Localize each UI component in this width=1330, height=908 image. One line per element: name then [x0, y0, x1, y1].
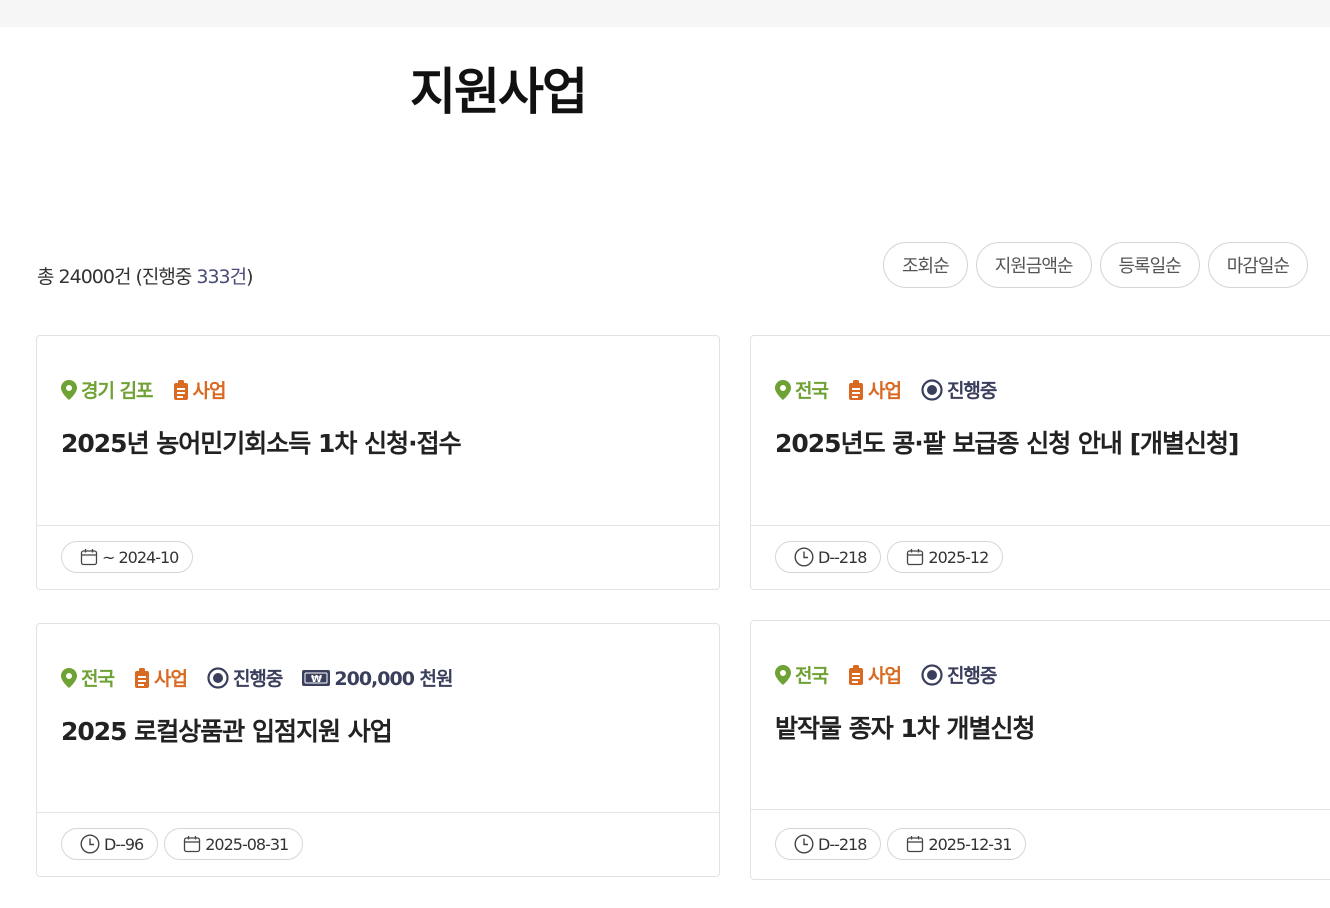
clipboard-icon [173, 379, 188, 400]
radio-dot-icon [921, 378, 943, 401]
dday-label: D--218 [818, 547, 867, 567]
sort-by-amount-button[interactable]: 지원금액순 [975, 242, 1092, 288]
deadline-label: 2025-12 [928, 547, 989, 567]
top-bar [0, 0, 1330, 27]
category-tag: 사업 [173, 376, 227, 403]
status-label: 진행중 [946, 665, 997, 687]
clipboard-icon [848, 379, 863, 400]
dday-label: D--218 [818, 834, 867, 854]
card-title[interactable]: 2025년도 콩·팥 보급종 신청 안내 [개별신청] [775, 424, 1239, 460]
card-title[interactable]: 2025년 농어민기회소득 1차 신청·접수 [61, 424, 462, 460]
clipboard-icon [134, 667, 149, 688]
card-title[interactable]: 밭작물 종자 1차 개별신청 [775, 709, 1036, 745]
card-divider [751, 525, 1330, 526]
category-label: 사업 [867, 380, 902, 402]
card-meta: D--218 2025-12 [775, 541, 1004, 573]
card-divider [37, 812, 719, 813]
dday-chip: D--218 [775, 541, 882, 573]
region-label: 경기 김포 [81, 380, 154, 402]
category-label: 사업 [867, 665, 902, 687]
category-tag: 사업 [848, 376, 902, 403]
region-tag: 전국 [775, 376, 829, 403]
deadline-chip: 2025-08-31 [164, 828, 304, 860]
category-tag: 사업 [848, 661, 902, 688]
sort-by-views-button[interactable]: 조회순 [883, 242, 968, 288]
amount-tag: ₩ 200,000 천원 [302, 664, 454, 691]
sort-by-deadline-button[interactable]: 마감일순 [1207, 242, 1308, 288]
radio-dot-icon [921, 663, 943, 686]
card-tags: 전국 사업 진행중 [775, 376, 997, 403]
deadline-chip: 2025-12-31 [887, 828, 1027, 860]
region-label: 전국 [81, 668, 115, 690]
card-divider [751, 809, 1330, 810]
location-pin-icon [775, 379, 791, 400]
program-card[interactable]: 경기 김포 사업 2025년 농어민기회소득 1차 신청·접수 ~ 2024-1… [36, 335, 720, 590]
region-tag: 경기 김포 [61, 376, 154, 403]
program-card[interactable]: 전국 사업 진행중 ₩ 200,000 천원 2025 로컬상품관 입점지원 사… [36, 623, 720, 877]
card-meta: ~ 2024-10 [61, 541, 194, 573]
region-tag: 전국 [775, 661, 829, 688]
region-label: 전국 [795, 665, 829, 687]
category-label: 사업 [192, 380, 227, 402]
ongoing-count: 333건 [196, 266, 247, 288]
status-label: 진행중 [946, 380, 997, 402]
deadline-label: 2025-12-31 [928, 834, 1012, 854]
calendar-icon [80, 549, 98, 566]
period-chip: ~ 2024-10 [61, 541, 194, 573]
program-card[interactable]: 전국 사업 진행중 밭작물 종자 1차 개별신청 D--218 2025-12-… [750, 620, 1330, 880]
amount-label: 200,000 천원 [334, 668, 453, 690]
card-title[interactable]: 2025 로컬상품관 입점지원 사업 [61, 712, 393, 748]
period-label: ~ 2024-10 [102, 547, 179, 567]
dday-chip: D--96 [61, 828, 159, 860]
deadline-label: 2025-08-31 [205, 834, 289, 854]
card-tags: 경기 김포 사업 [61, 376, 227, 403]
location-pin-icon [61, 379, 77, 400]
clock-icon [794, 834, 814, 854]
card-tags: 전국 사업 진행중 [775, 661, 997, 688]
won-banknote-icon: ₩ [302, 669, 331, 686]
deadline-chip: 2025-12 [887, 541, 1004, 573]
card-tags: 전국 사업 진행중 ₩ 200,000 천원 [61, 664, 454, 691]
summary-suffix: ) [246, 266, 253, 288]
clipboard-icon [848, 664, 863, 685]
region-tag: 전국 [61, 664, 115, 691]
card-meta: D--96 2025-08-31 [61, 828, 304, 860]
result-summary: 총 24000건 (진행중 333건) [37, 262, 254, 289]
calendar-icon [184, 836, 201, 853]
radio-dot-icon [207, 666, 229, 689]
status-tag: 진행중 [207, 664, 283, 691]
status-label: 진행중 [232, 668, 283, 690]
clock-icon [80, 834, 100, 854]
region-label: 전국 [795, 380, 829, 402]
location-pin-icon [775, 664, 791, 685]
status-tag: 진행중 [921, 376, 997, 403]
card-divider [37, 525, 719, 526]
category-label: 사업 [153, 668, 188, 690]
clock-icon [794, 547, 814, 567]
calendar-icon [907, 549, 924, 566]
status-tag: 진행중 [921, 661, 997, 688]
dday-label: D--96 [104, 834, 144, 854]
program-card[interactable]: 전국 사업 진행중 2025년도 콩·팥 보급종 신청 안내 [개별신청] D-… [750, 335, 1330, 590]
dday-chip: D--218 [775, 828, 882, 860]
svg-text:₩: ₩ [311, 674, 322, 685]
card-meta: D--218 2025-12-31 [775, 828, 1027, 860]
sort-options: 조회순 지원금액순 등록일순 마감일순 [883, 242, 1308, 288]
summary-prefix: 총 24000건 (진행중 [37, 266, 197, 288]
location-pin-icon [61, 667, 77, 688]
sort-by-registered-button[interactable]: 등록일순 [1099, 242, 1200, 288]
calendar-icon [907, 836, 924, 853]
page-title: 지원사업 [410, 63, 588, 121]
category-tag: 사업 [134, 664, 188, 691]
